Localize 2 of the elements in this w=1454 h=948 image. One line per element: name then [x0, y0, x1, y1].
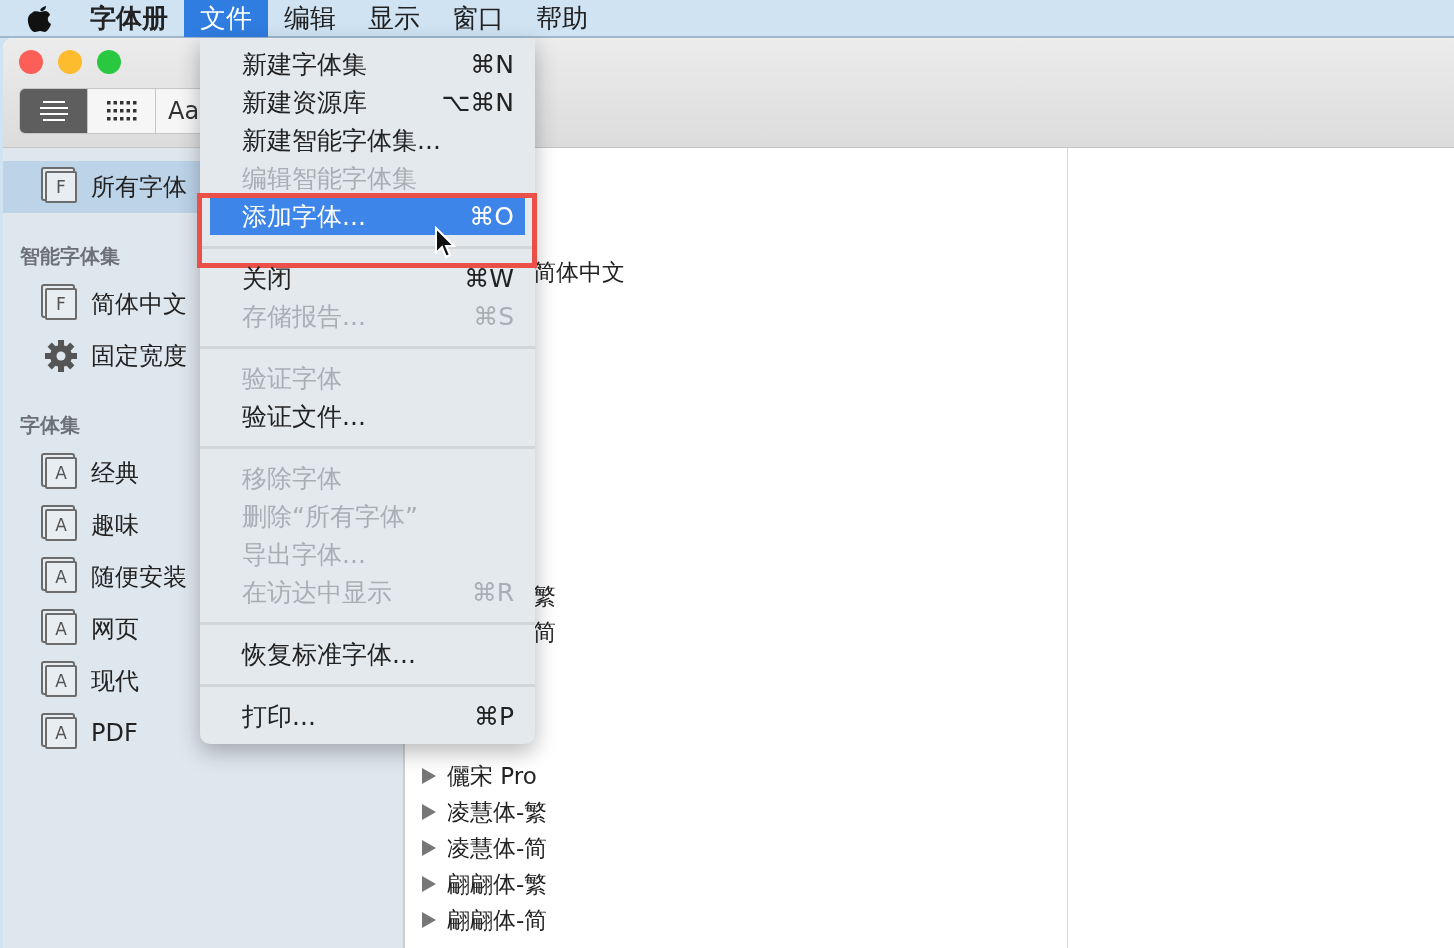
sidebar-section-header: 字体集: [19, 412, 80, 439]
sidebar-section-header: 智能字体集: [19, 243, 120, 270]
